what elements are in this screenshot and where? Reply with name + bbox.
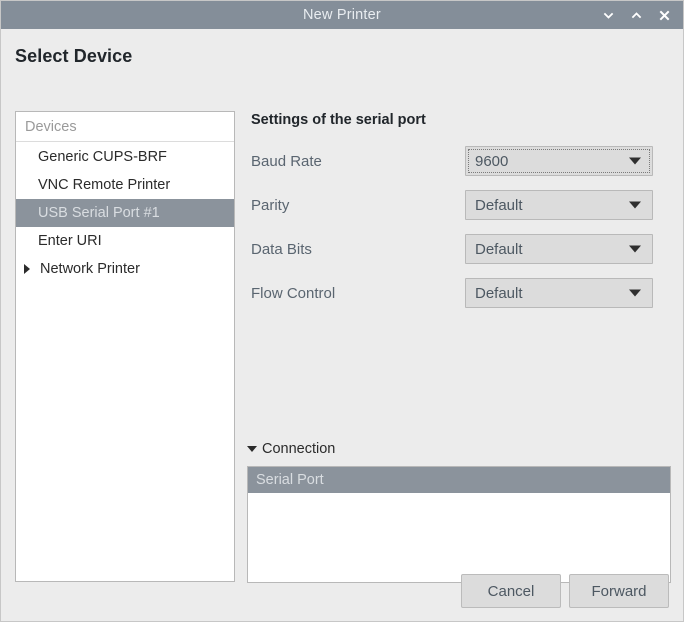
flow-control-label: Flow Control <box>251 284 336 302</box>
setting-row-flow-control: Flow Control Default <box>251 271 663 315</box>
chevron-down-icon <box>629 245 641 253</box>
dialog-body: Select Device Devices Generic CUPS-BRF V… <box>1 29 683 621</box>
connection-label: Connection <box>262 441 336 457</box>
new-printer-dialog: New Printer Select Device Devices Generi… <box>0 0 684 622</box>
maximize-button[interactable] <box>623 3 649 27</box>
data-bits-label: Data Bits <box>251 240 312 258</box>
dialog-footer: Cancel Forward <box>461 574 669 608</box>
setting-row-parity: Parity Default <box>251 183 663 227</box>
title-bar: New Printer <box>1 1 683 29</box>
settings-section-title: Settings of the serial port <box>251 112 426 128</box>
baud-rate-label: Baud Rate <box>251 152 322 170</box>
device-list-panel: Devices Generic CUPS-BRF VNC Remote Prin… <box>15 111 235 582</box>
connection-list-item-selected[interactable]: Serial Port <box>248 467 670 493</box>
device-list-item-label: Network Printer <box>40 261 140 277</box>
parity-label: Parity <box>251 196 290 214</box>
cancel-button[interactable]: Cancel <box>461 574 561 608</box>
chevron-down-icon <box>602 9 615 22</box>
connection-list-item-label: Serial Port <box>256 472 324 488</box>
chevron-up-icon <box>630 9 643 22</box>
parity-dropdown[interactable]: Default <box>465 190 653 220</box>
setting-row-baud-rate: Baud Rate 9600 <box>251 139 663 183</box>
data-bits-value: Default <box>475 240 523 258</box>
data-bits-dropdown[interactable]: Default <box>465 234 653 264</box>
baud-rate-value: 9600 <box>475 152 509 170</box>
page-title: Select Device <box>15 46 133 66</box>
chevron-down-icon <box>629 201 641 209</box>
connection-list-panel[interactable]: Serial Port <box>247 466 671 583</box>
device-list-item-label: Generic CUPS-BRF <box>38 149 167 165</box>
device-list-header: Devices <box>16 112 234 142</box>
flow-control-dropdown[interactable]: Default <box>465 278 653 308</box>
device-list-item-selected[interactable]: USB Serial Port #1 <box>16 199 234 227</box>
device-list-item[interactable]: Network Printer <box>16 255 234 283</box>
chevron-down-icon <box>629 157 641 165</box>
device-list-item[interactable]: Enter URI <box>16 227 234 255</box>
close-button[interactable] <box>651 3 677 27</box>
device-list-item[interactable]: VNC Remote Printer <box>16 171 234 199</box>
device-list-item-label: Enter URI <box>38 233 102 249</box>
baud-rate-dropdown[interactable]: 9600 <box>465 146 653 176</box>
device-list-item-label: VNC Remote Printer <box>38 177 171 193</box>
close-icon <box>658 9 671 22</box>
window-controls <box>595 1 677 29</box>
device-list-item[interactable]: Generic CUPS-BRF <box>16 143 234 171</box>
chevron-right-icon[interactable] <box>24 264 38 274</box>
minimize-button[interactable] <box>595 3 621 27</box>
setting-row-data-bits: Data Bits Default <box>251 227 663 271</box>
chevron-down-icon <box>629 289 641 297</box>
connection-section: Connection Serial Port <box>247 439 671 583</box>
chevron-down-icon <box>247 446 257 452</box>
device-list-item-label: USB Serial Port #1 <box>38 205 160 221</box>
parity-value: Default <box>475 196 523 214</box>
connection-expander[interactable]: Connection <box>247 439 671 459</box>
settings-form: Baud Rate 9600 Parity Default Data Bits … <box>251 139 663 315</box>
flow-control-value: Default <box>475 284 523 302</box>
forward-button[interactable]: Forward <box>569 574 669 608</box>
window-title: New Printer <box>303 7 381 23</box>
device-list[interactable]: Generic CUPS-BRF VNC Remote Printer USB … <box>16 142 234 283</box>
